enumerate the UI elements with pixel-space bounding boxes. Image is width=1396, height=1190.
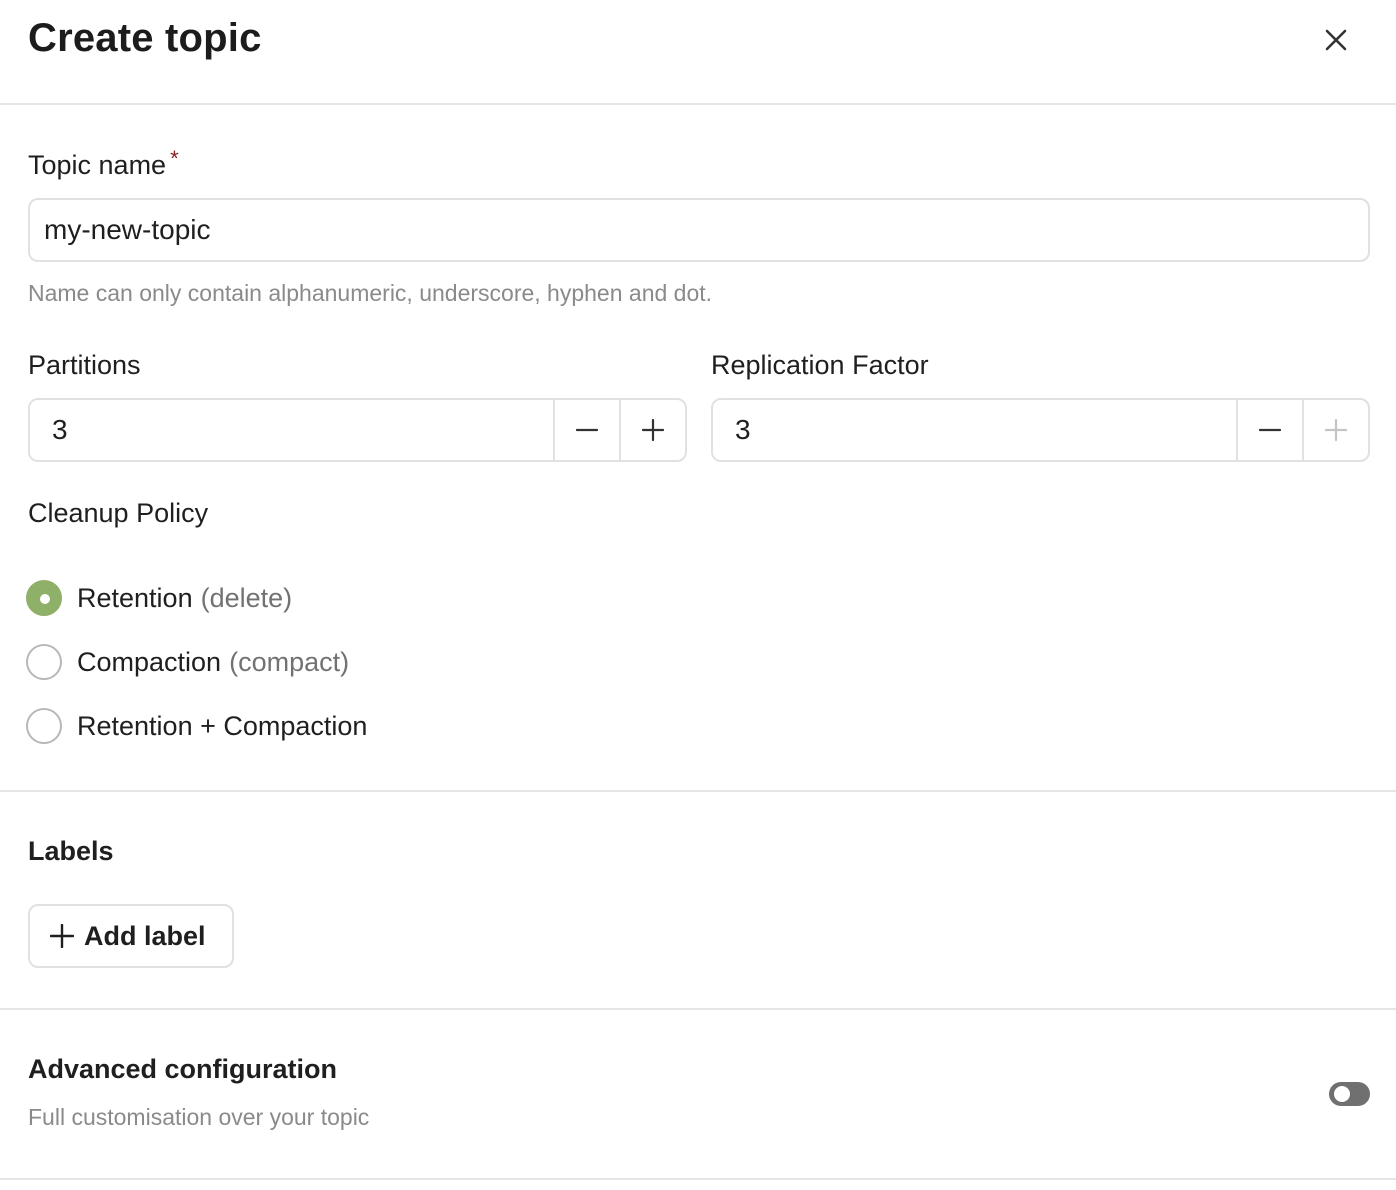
radio-button[interactable] — [26, 708, 62, 744]
add-label-text: Add label — [84, 920, 206, 951]
radio-label: Retention (delete) — [77, 583, 292, 614]
plus-icon — [50, 924, 74, 948]
radio-button-checked[interactable] — [26, 580, 62, 616]
dialog-title: Create topic — [28, 16, 262, 60]
topic-name-hint: Name can only contain alphanumeric, unde… — [28, 280, 713, 306]
cleanup-option-retention-compaction[interactable]: Retention + Compaction — [26, 706, 367, 746]
option-sublabel: (compact) — [229, 646, 350, 677]
labels-title: Labels — [28, 836, 114, 866]
minus-icon — [576, 428, 598, 432]
cleanup-policy-label: Cleanup Policy — [28, 498, 209, 528]
replication-factor-decrement-button[interactable] — [1236, 400, 1302, 460]
option-label: Retention + Compaction — [77, 710, 368, 741]
replication-factor-stepper — [711, 398, 1370, 462]
replication-factor-increment-button[interactable] — [1302, 400, 1368, 460]
required-marker: * — [170, 146, 179, 171]
option-label: Retention — [77, 582, 193, 613]
partitions-stepper — [28, 398, 687, 462]
partitions-decrement-button[interactable] — [553, 400, 619, 460]
radio-label: Retention + Compaction — [77, 711, 367, 742]
add-label-button[interactable]: Add label — [28, 904, 234, 968]
partitions-increment-button[interactable] — [619, 400, 685, 460]
advanced-config-description: Full customisation over your topic — [28, 1104, 370, 1130]
topic-name-label-text: Topic name — [28, 150, 167, 180]
partitions-input[interactable] — [30, 400, 553, 460]
plus-icon — [642, 419, 664, 441]
plus-icon — [1325, 419, 1347, 441]
close-button[interactable] — [1314, 20, 1358, 60]
section-divider — [0, 1008, 1396, 1010]
close-icon — [1325, 29, 1347, 51]
option-sublabel: (delete) — [200, 582, 293, 613]
dialog-header: Create topic — [0, 0, 1396, 105]
section-divider — [0, 1178, 1396, 1180]
topic-name-input[interactable] — [28, 198, 1370, 262]
advanced-config-title: Advanced configuration — [28, 1054, 338, 1084]
replication-factor-input[interactable] — [713, 400, 1236, 460]
radio-label: Compaction (compact) — [77, 647, 349, 678]
cleanup-option-compaction[interactable]: Compaction (compact) — [26, 642, 349, 682]
partitions-label: Partitions — [28, 350, 141, 380]
toggle-knob — [1334, 1086, 1350, 1102]
replication-factor-label: Replication Factor — [711, 350, 929, 380]
section-divider — [0, 790, 1396, 792]
topic-name-label: Topic name * — [28, 146, 179, 181]
option-label: Compaction — [77, 646, 222, 677]
advanced-config-toggle[interactable] — [1329, 1082, 1370, 1106]
radio-button[interactable] — [26, 644, 62, 680]
minus-icon — [1259, 428, 1281, 432]
cleanup-option-retention[interactable]: Retention (delete) — [26, 578, 292, 618]
